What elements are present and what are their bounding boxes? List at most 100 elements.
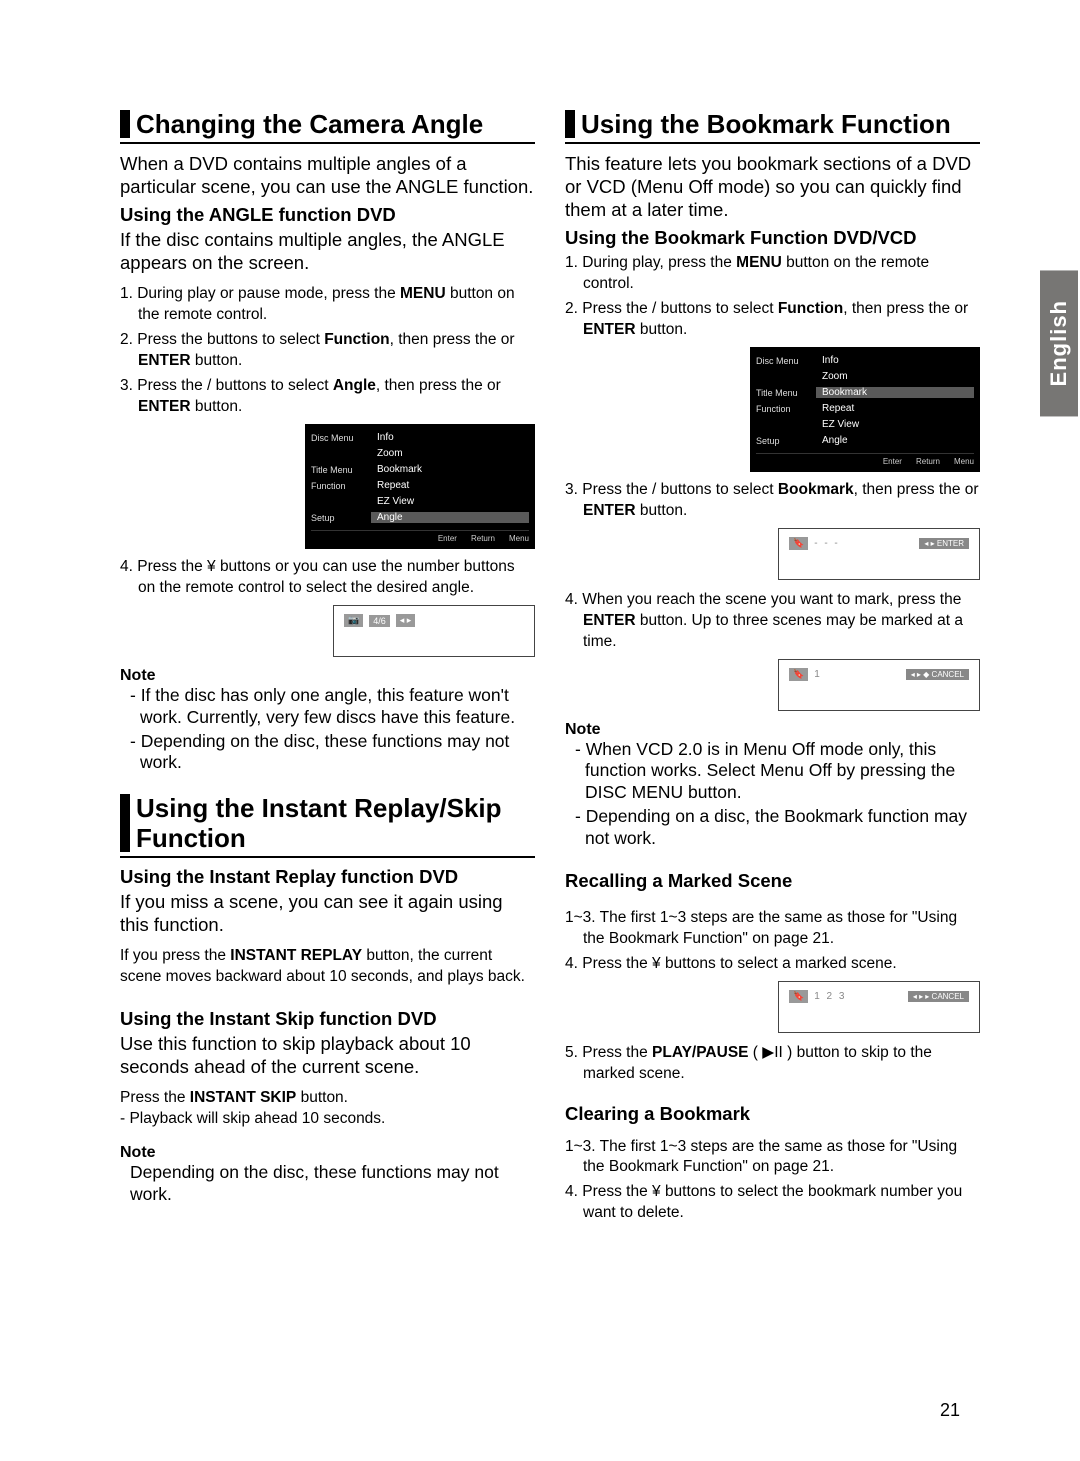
osd-left-item: Title Menu bbox=[311, 465, 371, 475]
step-text: , then press the or bbox=[390, 331, 515, 348]
body-text: Use this function to skip playback about… bbox=[120, 1032, 535, 1078]
osd-footer-item: Return bbox=[471, 534, 495, 543]
step-text: button. Up to three scenes may be marked… bbox=[583, 612, 963, 650]
step-5: 5. Press the PLAY/PAUSE ( ▶II ) button t… bbox=[565, 1043, 980, 1085]
button-name: ENTER bbox=[138, 398, 191, 415]
step-1-3: 1~3. The first 1~3 steps are the same as… bbox=[565, 908, 980, 950]
button-name: Bookmark bbox=[778, 481, 854, 498]
camera-icon: 📷 bbox=[344, 614, 363, 627]
intro-text: This feature lets you bookmark sections … bbox=[565, 152, 980, 221]
button-name: INSTANT SKIP bbox=[190, 1089, 297, 1106]
right-column: Using the Bookmark Function This feature… bbox=[565, 110, 980, 1228]
step-text: button. bbox=[636, 321, 688, 338]
step-1: 1. During play, press the MENU button on… bbox=[565, 253, 980, 295]
step-list: 4. Press the ¥ buttons or you can use th… bbox=[120, 557, 535, 599]
left-column: Changing the Camera Angle When a DVD con… bbox=[120, 110, 535, 1228]
subheading-angle-function: Using the ANGLE function DVD bbox=[120, 204, 535, 226]
bookmark-slots: 1 2 3 bbox=[814, 991, 846, 1002]
step-list: 3. Press the / buttons to select Bookmar… bbox=[565, 480, 980, 522]
osd-left-item: Function bbox=[756, 404, 816, 414]
step-4: 4. Press the ¥ buttons or you can use th… bbox=[120, 557, 535, 599]
osd-menu-angle: Disc MenuInfo Zoom Title MenuBookmark Fu… bbox=[305, 424, 535, 549]
intro-text: When a DVD contains multiple angles of a… bbox=[120, 152, 535, 198]
osd-right-item: Info bbox=[816, 355, 974, 366]
osd-right-item: Angle bbox=[816, 435, 974, 446]
step-text: 3. Press the / buttons to select bbox=[120, 377, 333, 394]
section-title-camera-angle: Changing the Camera Angle bbox=[120, 110, 535, 144]
step-text: 2. Press the buttons to select bbox=[120, 331, 324, 348]
step-1-3: 1~3. The first 1~3 steps are the same as… bbox=[565, 1137, 980, 1179]
button-name: ENTER bbox=[583, 321, 636, 338]
step-text: 5. Press the bbox=[565, 1044, 652, 1061]
osd-footer-item: Enter bbox=[883, 457, 902, 466]
osd-left-item: Setup bbox=[311, 513, 371, 523]
step-list: 1~3. The first 1~3 steps are the same as… bbox=[565, 908, 980, 975]
bookmark-slots: 1 bbox=[814, 669, 822, 680]
step-text: 2. Press the / buttons to select bbox=[565, 300, 778, 317]
step-list: 1. During play, press the MENU button on… bbox=[565, 253, 980, 341]
osd-footer-item: Return bbox=[916, 457, 940, 466]
small-instruction: - Playback will skip ahead 10 seconds. bbox=[120, 1109, 535, 1130]
osd-right-item-highlighted: Angle bbox=[371, 512, 529, 523]
note-item: - When VCD 2.0 is in Menu Off mode only,… bbox=[575, 739, 980, 805]
osd-right-item: Zoom bbox=[816, 371, 974, 382]
step-text: button. bbox=[191, 398, 243, 415]
osd-right-item: EZ View bbox=[816, 419, 974, 430]
step-2: 2. Press the buttons to select Function,… bbox=[120, 330, 535, 372]
body-text: If you miss a scene, you can see it agai… bbox=[120, 890, 535, 936]
page-number: 21 bbox=[940, 1400, 960, 1421]
note-item: - If the disc has only one angle, this f… bbox=[130, 685, 535, 729]
small-instruction: Press the INSTANT SKIP button. bbox=[120, 1088, 535, 1109]
text: Press the bbox=[120, 1089, 190, 1106]
subheading-bookmark-function: Using the Bookmark Function DVD/VCD bbox=[565, 227, 980, 249]
note-body: - When VCD 2.0 is in Menu Off mode only,… bbox=[565, 739, 980, 850]
subheading-instant-skip: Using the Instant Skip function DVD bbox=[120, 1008, 535, 1030]
button-name: MENU bbox=[400, 285, 446, 302]
osd-left-item: Disc Menu bbox=[311, 433, 371, 443]
osd-right-item: Bookmark bbox=[371, 464, 529, 475]
osd-right-item: Repeat bbox=[371, 480, 529, 491]
button-name: ENTER bbox=[583, 502, 636, 519]
note-heading: Note bbox=[565, 721, 980, 739]
note-heading: Note bbox=[120, 1144, 535, 1162]
step-3: 3. Press the / buttons to select Bookmar… bbox=[565, 480, 980, 522]
bookmark-icon: 🔖 bbox=[789, 990, 808, 1003]
button-name: Angle bbox=[333, 377, 376, 394]
osd-bookmark-three: 🔖 1 2 3 ◂ ▸ ▸ CANCEL bbox=[778, 981, 980, 1033]
osd-left-item: Setup bbox=[756, 436, 816, 446]
step-text: 1. During play or pause mode, press the bbox=[120, 285, 400, 302]
osd-menu-bookmark: Disc MenuInfo Zoom Title MenuBookmark Fu… bbox=[750, 347, 980, 472]
osd-left-item: Function bbox=[311, 481, 371, 491]
note-item: Depending on the disc, these functions m… bbox=[130, 1162, 535, 1206]
arrows-icon: ◂ ▸ bbox=[396, 614, 416, 627]
step-text: 3. Press the / buttons to select bbox=[565, 481, 778, 498]
osd-footer-item: Menu bbox=[954, 457, 974, 466]
step-text: , then press the or bbox=[376, 377, 501, 394]
body-text: If the disc contains multiple angles, th… bbox=[120, 228, 535, 274]
osd-right-item: Info bbox=[371, 432, 529, 443]
osd-bookmark-one: 🔖 1 ◂ ▸ ◆ CANCEL bbox=[778, 659, 980, 711]
step-4: 4. When you reach the scene you want to … bbox=[565, 590, 980, 653]
step-4: 4. Press the ¥ buttons to select the boo… bbox=[565, 1182, 980, 1224]
step-list: 1. During play or pause mode, press the … bbox=[120, 284, 535, 418]
note-body: Depending on the disc, these functions m… bbox=[120, 1162, 535, 1206]
step-text: button. bbox=[191, 352, 243, 369]
manual-page: English Changing the Camera Angle When a… bbox=[0, 0, 1080, 1461]
note-heading: Note bbox=[120, 667, 535, 685]
step-3: 3. Press the / buttons to select Angle, … bbox=[120, 376, 535, 418]
step-2: 2. Press the / buttons to select Functio… bbox=[565, 299, 980, 341]
osd-button: ◂ ▸ ◆ CANCEL bbox=[906, 669, 969, 680]
osd-left-item: Disc Menu bbox=[756, 356, 816, 366]
step-text: , then press the or bbox=[854, 481, 979, 498]
bookmark-slots: - - - bbox=[814, 538, 840, 549]
bookmark-icon: 🔖 bbox=[789, 668, 808, 681]
step-list: 1~3. The first 1~3 steps are the same as… bbox=[565, 1137, 980, 1225]
osd-bookmark-empty: 🔖 - - - ◂ ▸ ENTER bbox=[778, 528, 980, 580]
step-text: 1. During play, press the bbox=[565, 254, 736, 271]
osd-footer-item: Menu bbox=[509, 534, 529, 543]
osd-right-item-highlighted: Bookmark bbox=[816, 387, 974, 398]
small-instruction: If you press the INSTANT REPLAY button, … bbox=[120, 946, 535, 988]
osd-right-item: Zoom bbox=[371, 448, 529, 459]
two-column-layout: Changing the Camera Angle When a DVD con… bbox=[120, 110, 980, 1228]
section-title-instant-replay: Using the Instant Replay/Skip Function bbox=[120, 794, 535, 858]
